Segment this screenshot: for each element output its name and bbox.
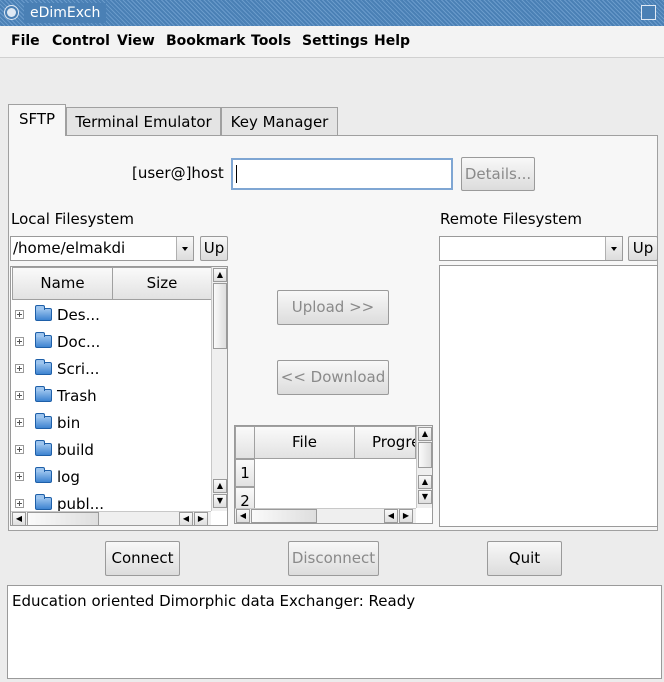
scroll-left-icon[interactable]: ◀ (236, 509, 250, 523)
scroll-right-icon[interactable]: ▶ (399, 509, 413, 523)
expand-icon[interactable] (15, 391, 24, 400)
local-up-button[interactable]: Up (200, 236, 228, 261)
quit-button[interactable]: Quit (487, 541, 562, 576)
tree-item[interactable]: log (11, 464, 211, 491)
horizontal-scrollbar[interactable]: ◀ ◀ ▶ (11, 511, 211, 525)
menu-file[interactable]: File (11, 33, 40, 49)
transfer-table[interactable]: File Progre 1 2 ▲ ▲ ▼ ◀ ◀ ▶ (234, 425, 433, 524)
remote-file-list[interactable] (439, 265, 658, 527)
trash-icon (35, 386, 52, 402)
tree-item-label: build (57, 441, 94, 459)
menu-settings[interactable]: Settings (302, 33, 368, 49)
expand-icon[interactable] (15, 499, 24, 508)
local-path-value: /home/elmakdi (13, 239, 126, 257)
column-header-file[interactable]: File (254, 426, 355, 459)
tab-key-manager[interactable]: Key Manager (221, 107, 338, 137)
menu-tools[interactable]: Tools (251, 33, 291, 49)
scroll-up-icon[interactable]: ▲ (213, 479, 227, 493)
folder-icon (35, 440, 52, 456)
menu-control[interactable]: Control (52, 33, 110, 49)
column-header-name[interactable]: Name (12, 267, 113, 300)
tree-item[interactable]: Des... (11, 302, 211, 329)
scrollbar-thumb[interactable] (251, 509, 317, 523)
menu-bar: File Control View Bookmark Tools Setting… (0, 26, 664, 58)
expand-icon[interactable] (15, 445, 24, 454)
download-button[interactable]: << Download (277, 360, 389, 395)
tree-item-label: bin (57, 414, 81, 432)
scroll-up-icon[interactable]: ▲ (418, 427, 432, 441)
folder-icon (35, 413, 52, 429)
tree-item[interactable]: Scri... (11, 356, 211, 383)
remote-up-button[interactable]: Up (628, 236, 658, 261)
column-header-progress[interactable]: Progre (354, 426, 416, 459)
scrollbar-thumb[interactable] (27, 512, 99, 525)
text-cursor (236, 165, 237, 183)
tree-item-label: Doc... (57, 333, 101, 351)
status-log[interactable]: Education oriented Dimorphic data Exchan… (7, 585, 662, 679)
chevron-down-icon[interactable] (176, 237, 193, 260)
tree-item-label: Scri... (57, 360, 100, 378)
scroll-up-icon[interactable]: ▲ (418, 475, 432, 489)
chevron-down-icon[interactable] (605, 237, 622, 260)
connect-button[interactable]: Connect (105, 541, 180, 576)
folder-icon (35, 332, 52, 348)
scroll-left-icon[interactable]: ◀ (384, 509, 398, 523)
horizontal-scrollbar[interactable]: ◀ ◀ ▶ (235, 508, 416, 523)
folder-icon (35, 359, 52, 375)
expand-icon[interactable] (15, 337, 24, 346)
expand-icon[interactable] (15, 364, 24, 373)
column-header-size[interactable]: Size (112, 267, 212, 300)
expand-icon[interactable] (15, 418, 24, 427)
disconnect-button[interactable]: Disconnect (288, 541, 379, 576)
menu-help[interactable]: Help (374, 33, 410, 49)
title-bar[interactable]: eDimExch (0, 0, 664, 26)
tree-item[interactable]: build (11, 437, 211, 464)
menu-bookmark[interactable]: Bookmark (166, 33, 245, 49)
folder-icon (35, 305, 52, 321)
vertical-scrollbar[interactable]: ▲ ▲ ▼ (211, 267, 227, 511)
local-path-combo[interactable]: /home/elmakdi (10, 236, 194, 261)
details-button[interactable]: Details... (461, 157, 535, 191)
expand-icon[interactable] (15, 472, 24, 481)
scroll-down-icon[interactable]: ▼ (418, 490, 432, 504)
local-file-tree[interactable]: Name Size Des... Doc... Scri... Trash bi… (10, 266, 228, 526)
remote-filesystem-label: Remote Filesystem (440, 210, 582, 228)
status-text: Education oriented Dimorphic data Exchan… (12, 592, 416, 610)
tree-item-label: log (57, 468, 80, 486)
upload-button[interactable]: Upload >> (277, 290, 389, 325)
host-input[interactable] (231, 158, 453, 190)
tree-item-label: Trash (57, 387, 97, 405)
scroll-up-icon[interactable]: ▲ (213, 268, 227, 282)
tree-item[interactable]: bin (11, 410, 211, 437)
folder-icon (35, 467, 52, 483)
scroll-down-icon[interactable]: ▼ (213, 494, 227, 508)
scroll-left-icon[interactable]: ◀ (179, 512, 193, 525)
app-menu-icon[interactable] (4, 5, 19, 20)
scrollbar-thumb[interactable] (213, 283, 227, 349)
window-title: eDimExch (24, 3, 107, 23)
folder-icon (35, 494, 52, 510)
expand-icon[interactable] (15, 310, 24, 319)
maximize-icon[interactable] (641, 5, 656, 20)
remote-path-combo[interactable] (439, 236, 623, 261)
host-label: [user@]host (132, 164, 224, 182)
tab-sftp[interactable]: SFTP (8, 104, 66, 136)
tab-terminal-emulator[interactable]: Terminal Emulator (66, 107, 221, 137)
tree-item-label: Des... (57, 306, 100, 324)
tree-item[interactable]: Doc... (11, 329, 211, 356)
local-filesystem-label: Local Filesystem (11, 210, 134, 228)
scroll-left-icon[interactable]: ◀ (12, 512, 26, 525)
vertical-scrollbar[interactable]: ▲ ▲ ▼ (416, 426, 432, 508)
row-header[interactable]: 1 (235, 459, 255, 487)
menu-view[interactable]: View (117, 33, 155, 49)
scrollbar-thumb[interactable] (418, 442, 432, 468)
tree-item[interactable]: Trash (11, 383, 211, 410)
scroll-right-icon[interactable]: ▶ (194, 512, 208, 525)
row-header-corner (235, 426, 255, 459)
